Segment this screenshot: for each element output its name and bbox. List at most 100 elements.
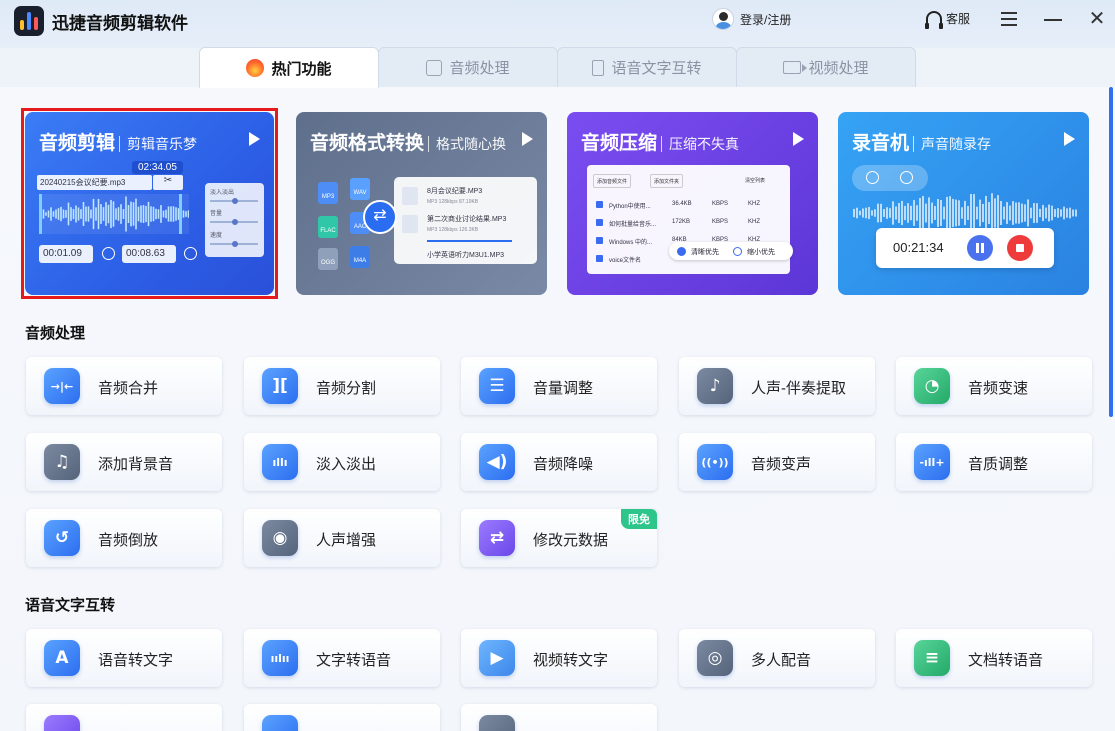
section-title-speech: 语音文字互转 [25,597,116,614]
hero-card-format-convert[interactable]: 音频格式转换 格式随心换 MP3 WAV FLAC AAC OGG M4A 8月会… [296,112,547,295]
tool-label: 音频变速 [968,380,1029,397]
pause-icon [967,235,993,261]
file-icon [402,215,418,233]
row-unit: KBPS [712,201,729,207]
tool-tile[interactable]: ↺ 音频倒放 [26,509,222,567]
clear-list-illustration: 清空列表 [745,178,766,184]
radio-icon [733,247,742,256]
tool-tile[interactable]: A 语音转文字 [26,629,222,687]
file-name: 小学英语听力M3U1.MP3 [427,252,505,259]
title-bar: 迅捷音频剪辑软件 登录/注册 客服 ✕ [0,0,1115,48]
waveform-icon: ıılıı [262,640,298,676]
tool-tile[interactable]: ((•)) 音频变声 [679,433,875,491]
recorder-timer: 00:21:34 [893,240,944,255]
start-time-field: 00:01.09 [39,245,93,263]
compress-options-illustration: 清晰优先 缩小优先 [669,242,793,260]
hero-card-audio-edit[interactable]: 音频剪辑 剪辑音乐梦 02:34.05 20240215会议纪要.mp3 ✂ 淡入… [25,112,274,295]
microphone-icon: ◎ [697,640,733,676]
panel-label: 速度 [210,233,223,239]
hero-title-text: 音频格式转换 [310,133,425,154]
end-time-field: 00:08.63 [122,245,176,263]
volume-sliders-icon: ☰ [479,368,515,404]
tool-tile[interactable]: ♪ 人声-伴奏提取 [679,357,875,415]
split-icon: ][ [262,368,298,404]
scrollbar[interactable] [1109,87,1113,417]
hero-title-text: 录音机 [852,133,910,154]
hero-card-audio-compress[interactable]: 音频压缩 压缩不失真 添加音频文件 添加文件夹 清空列表 Python中使用...… [567,112,818,295]
close-button[interactable]: ✕ [1086,8,1108,30]
file-name-bar: 20240215会议纪要.mp3 [37,175,152,190]
minimize-button[interactable] [1042,8,1064,30]
radio-icon [677,247,686,256]
tab-speech-text[interactable]: 语音文字互转 [557,47,737,87]
row-name: 如何批量给音乐... [609,222,657,228]
tool-label: 淡入淡出 [316,456,377,473]
flame-icon [246,59,265,77]
clock-icon [102,247,115,260]
tool-tile[interactable]: ıllı 淡入淡出 [244,433,440,491]
tool-label: 音频合并 [98,380,159,397]
hero-subtitle: 剪辑音乐梦 [119,136,198,152]
tool-tile-partial[interactable] [26,704,222,731]
tool-label: 添加背景音 [98,456,174,473]
tool-tile[interactable]: ◎ 多人配音 [679,629,875,687]
menu-button[interactable] [998,8,1020,30]
tool-tile[interactable]: ▶ 视频转文字 [461,629,657,687]
tab-label: 热门功能 [271,60,332,78]
panel-label: 淡入淡出 [210,190,235,196]
play-icon [522,132,533,146]
login-label: 登录/注册 [740,12,792,27]
partial-tool-icon [262,715,298,731]
option-label: 缩小优先 [747,249,775,256]
tool-label: 音频变声 [751,456,812,473]
tool-tile[interactable]: ☰ 音量调整 [461,357,657,415]
tab-label: 视频处理 [808,60,869,77]
tool-tile[interactable]: ][音频分割 [244,357,440,415]
tool-tile[interactable]: ◉ 人声增强 [244,509,440,567]
tool-label: 人声-伴奏提取 [751,380,846,397]
tool-label: 音质调整 [968,456,1029,473]
file-name: 8月会议纪要.MP3 [427,188,483,195]
format-file-icon: MP3 [318,182,338,204]
hero-title: 音频格式转换 格式随心换 [310,128,507,155]
clock-icon [184,247,197,260]
section-title-audio: 音频处理 [25,325,86,342]
tool-tile-partial[interactable] [461,704,657,731]
letter-a-icon: A [44,640,80,676]
document-icon: ≡ [914,640,950,676]
row-unit: KHZ [748,201,760,207]
app-title: 迅捷音频剪辑软件 [52,14,188,33]
tool-tile[interactable]: -ıll+ 音质调整 [896,433,1092,491]
tool-tile[interactable]: ⇄ 修改元数据 限免 [461,509,657,567]
tool-tile[interactable]: ıılıı 文字转语音 [244,629,440,687]
tool-label: 文档转语音 [968,652,1044,669]
format-file-icon: OGG [318,248,338,270]
tool-label: 文字转语音 [316,652,392,669]
tab-audio-processing[interactable]: 音频处理 [378,47,558,87]
checkbox-icon [596,201,603,208]
tab-video-processing[interactable]: 视频处理 [736,47,916,87]
tab-hot-features[interactable]: 热门功能 [199,47,379,88]
hero-card-recorder[interactable]: 录音机 声音随录存 00:21:34 [838,112,1089,295]
play-icon: ▶ [479,640,515,676]
mic-file-icon [592,59,605,76]
tool-tile[interactable]: ♫ 添加背景音 [26,433,222,491]
tool-tile-partial[interactable] [244,704,440,731]
login-button[interactable]: 登录/注册 [712,8,791,30]
customer-service-button[interactable]: 客服 [925,10,970,29]
tool-tile[interactable]: ◔ 音频变速 [896,357,1092,415]
tool-tile[interactable]: →|← 音频合并 [26,357,222,415]
fade-bars-icon: ıllı [262,444,298,480]
checkbox-icon [596,219,603,226]
row-name: Python中使用... [609,204,651,210]
row-size: 172KB [672,219,691,225]
free-badge: 限免 [621,509,657,529]
recorder-tools [852,165,928,191]
tool-tile[interactable]: ◀) 音频降噪 [461,433,657,491]
add-folder-button-illustration: 添加文件夹 [650,174,684,188]
tool-tile[interactable]: ≡ 文档转语音 [896,629,1092,687]
tab-label: 音频处理 [449,60,510,77]
waveform-illustration [39,194,189,234]
hero-title-text: 音频压缩 [581,133,658,154]
progress-bar [427,240,512,242]
